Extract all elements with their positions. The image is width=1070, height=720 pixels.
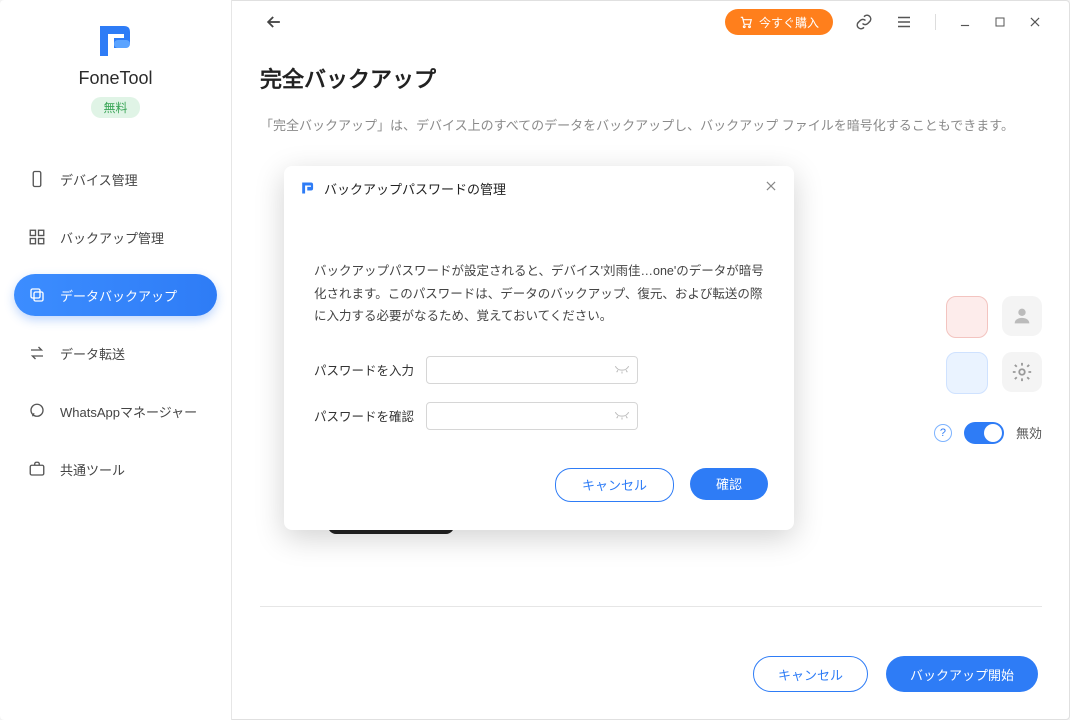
modal-description: バックアップパスワードが設定されると、デバイス'刘雨佳…one'のデータが暗号化… (314, 260, 764, 328)
section-divider (260, 606, 1042, 607)
link-icon[interactable] (855, 13, 873, 31)
buy-now-label: 今すぐ購入 (759, 14, 819, 31)
sidebar-item-label: バックアップ管理 (60, 228, 164, 247)
settings-tile[interactable] (1002, 352, 1042, 392)
titlebar-right: 今すぐ購入 (725, 9, 1042, 35)
sidebar-item-label: デバイス管理 (60, 170, 138, 189)
toggle-visibility-icon[interactable] (614, 408, 630, 423)
modal-header: バックアップパスワードの管理 (284, 166, 794, 210)
back-button[interactable] (260, 8, 288, 36)
transfer-icon (28, 344, 46, 362)
cart-icon (739, 15, 753, 29)
brand-name: FoneTool (78, 68, 152, 89)
sidebar-item-data-transfer[interactable]: データ転送 (14, 332, 217, 374)
grid-icon (28, 228, 46, 246)
buy-now-button[interactable]: 今すぐ購入 (725, 9, 833, 35)
help-icon[interactable]: ? (934, 424, 952, 442)
modal-title: バックアップパスワードの管理 (324, 179, 506, 198)
tile[interactable] (946, 296, 988, 338)
window-close[interactable] (1028, 15, 1042, 29)
confirm-password-input[interactable] (426, 402, 638, 430)
sidebar-item-device[interactable]: デバイス管理 (14, 158, 217, 200)
close-icon (764, 179, 778, 193)
sidebar-item-backup-manage[interactable]: バックアップ管理 (14, 216, 217, 258)
sidebar-item-label: データ転送 (60, 344, 125, 363)
brand-block: FoneTool 無料 (0, 22, 231, 118)
password-row: パスワードを入力 (314, 356, 764, 384)
chat-icon (28, 402, 46, 420)
page-description: 「完全バックアップ」は、デバイス上のすべてのデータをバックアップし、バックアップ… (260, 116, 1042, 136)
toggle-visibility-icon[interactable] (614, 362, 630, 377)
toggle-label: 無効 (1016, 423, 1042, 442)
cancel-button[interactable]: キャンセル (753, 656, 868, 692)
data-type-tiles (946, 296, 1042, 394)
sidebar-item-whatsapp[interactable]: WhatsAppマネージャー (14, 390, 217, 432)
titlebar-left (260, 8, 288, 36)
sidebar-item-tools[interactable]: 共通ツール (14, 448, 217, 490)
sidebar: FoneTool 無料 デバイス管理 バックアップ管理 データバックアップ (0, 0, 232, 720)
password-modal: バックアップパスワードの管理 バックアップパスワードが設定されると、デバイス'刘… (284, 166, 794, 530)
free-badge: 無料 (91, 97, 139, 118)
sidebar-item-label: 共通ツール (60, 460, 125, 479)
menu-icon[interactable] (895, 13, 913, 31)
password-label: パスワードを入力 (314, 360, 426, 379)
window-maximize[interactable] (994, 16, 1006, 28)
contacts-tile[interactable] (1002, 296, 1042, 336)
briefcase-icon (28, 460, 46, 478)
window-minimize[interactable] (958, 15, 972, 29)
brand-logo-icon (94, 22, 138, 60)
contacts-icon (1011, 305, 1033, 327)
encryption-toggle[interactable] (964, 422, 1004, 444)
encryption-toggle-row: ? 無効 (934, 422, 1042, 444)
tile[interactable] (946, 352, 988, 394)
divider (935, 14, 936, 30)
titlebar: 今すぐ購入 (260, 0, 1042, 44)
confirm-password-row: パスワードを確認 (314, 402, 764, 430)
device-icon (28, 170, 46, 188)
start-backup-button[interactable]: バックアップ開始 (886, 656, 1038, 692)
sidebar-item-data-backup[interactable]: データバックアップ (14, 274, 217, 316)
page-header: 完全バックアップ 「完全バックアップ」は、デバイス上のすべてのデータをバックアッ… (260, 62, 1042, 136)
gear-icon (1011, 361, 1033, 383)
page-title: 完全バックアップ (260, 62, 1042, 94)
brand-logo-icon (300, 180, 316, 196)
modal-footer: キャンセル 確認 (284, 434, 794, 530)
modal-body: バックアップパスワードが設定されると、デバイス'刘雨佳…one'のデータが暗号化… (284, 210, 794, 434)
sidebar-nav: デバイス管理 バックアップ管理 データバックアップ データ転送 WhatsApp… (0, 152, 231, 490)
copy-icon (28, 286, 46, 304)
modal-close-button[interactable] (764, 179, 778, 198)
modal-ok-button[interactable]: 確認 (690, 468, 768, 500)
confirm-password-label: パスワードを確認 (314, 406, 426, 425)
arrow-left-icon (264, 12, 284, 32)
sidebar-item-label: WhatsAppマネージャー (60, 402, 197, 421)
modal-cancel-button[interactable]: キャンセル (555, 468, 674, 502)
password-input[interactable] (426, 356, 638, 384)
page-footer: キャンセル バックアップ開始 (260, 628, 1042, 720)
app-window: FoneTool 無料 デバイス管理 バックアップ管理 データバックアップ (0, 0, 1070, 720)
sidebar-item-label: データバックアップ (60, 286, 177, 305)
